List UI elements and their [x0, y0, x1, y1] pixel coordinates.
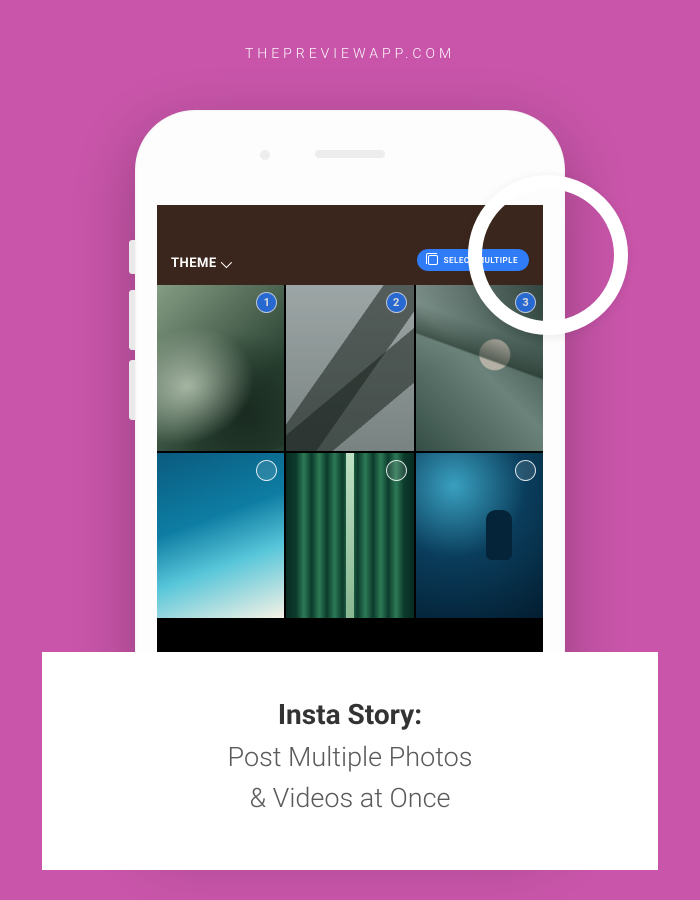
- thumbnail: [286, 285, 413, 451]
- caption-subtitle: Post Multiple Photos & Videos at Once: [72, 737, 628, 818]
- photo-tile[interactable]: 3: [416, 285, 543, 451]
- photo-tile[interactable]: [157, 453, 284, 619]
- photo-tile[interactable]: [416, 453, 543, 619]
- photo-tile[interactable]: 1: [157, 285, 284, 451]
- album-dropdown[interactable]: THEME: [171, 256, 229, 271]
- caption-line: & Videos at Once: [249, 782, 450, 814]
- stack-icon: [428, 255, 438, 265]
- selection-badge: 2: [386, 292, 407, 313]
- photo-tile[interactable]: [286, 453, 413, 619]
- chevron-down-icon: [221, 256, 232, 267]
- selection-badge-empty: [256, 460, 277, 481]
- thumbnail: [157, 285, 284, 451]
- caption-line: Post Multiple Photos: [228, 741, 473, 773]
- select-multiple-label: SELECT MULTIPLE: [444, 256, 518, 265]
- album-dropdown-label: THEME: [171, 256, 217, 271]
- selection-badge-empty: [386, 460, 407, 481]
- thumbnail: [416, 285, 543, 451]
- photo-tile[interactable]: 2: [286, 285, 413, 451]
- caption-card: Insta Story: Post Multiple Photos & Vide…: [42, 652, 658, 870]
- select-multiple-button[interactable]: SELECT MULTIPLE: [417, 249, 529, 271]
- selection-badge: 3: [515, 292, 536, 313]
- selection-badge-empty: [515, 460, 536, 481]
- gallery-top-bar: THEME SELECT MULTIPLE: [157, 205, 543, 285]
- photo-grid: 1 2 3: [157, 285, 543, 618]
- site-watermark: THEPREVIEWAPP.COM: [0, 46, 700, 62]
- phone-speaker: [315, 150, 385, 158]
- caption-title: Insta Story:: [72, 698, 628, 731]
- selection-badge: 1: [256, 292, 277, 313]
- phone-camera: [260, 150, 270, 160]
